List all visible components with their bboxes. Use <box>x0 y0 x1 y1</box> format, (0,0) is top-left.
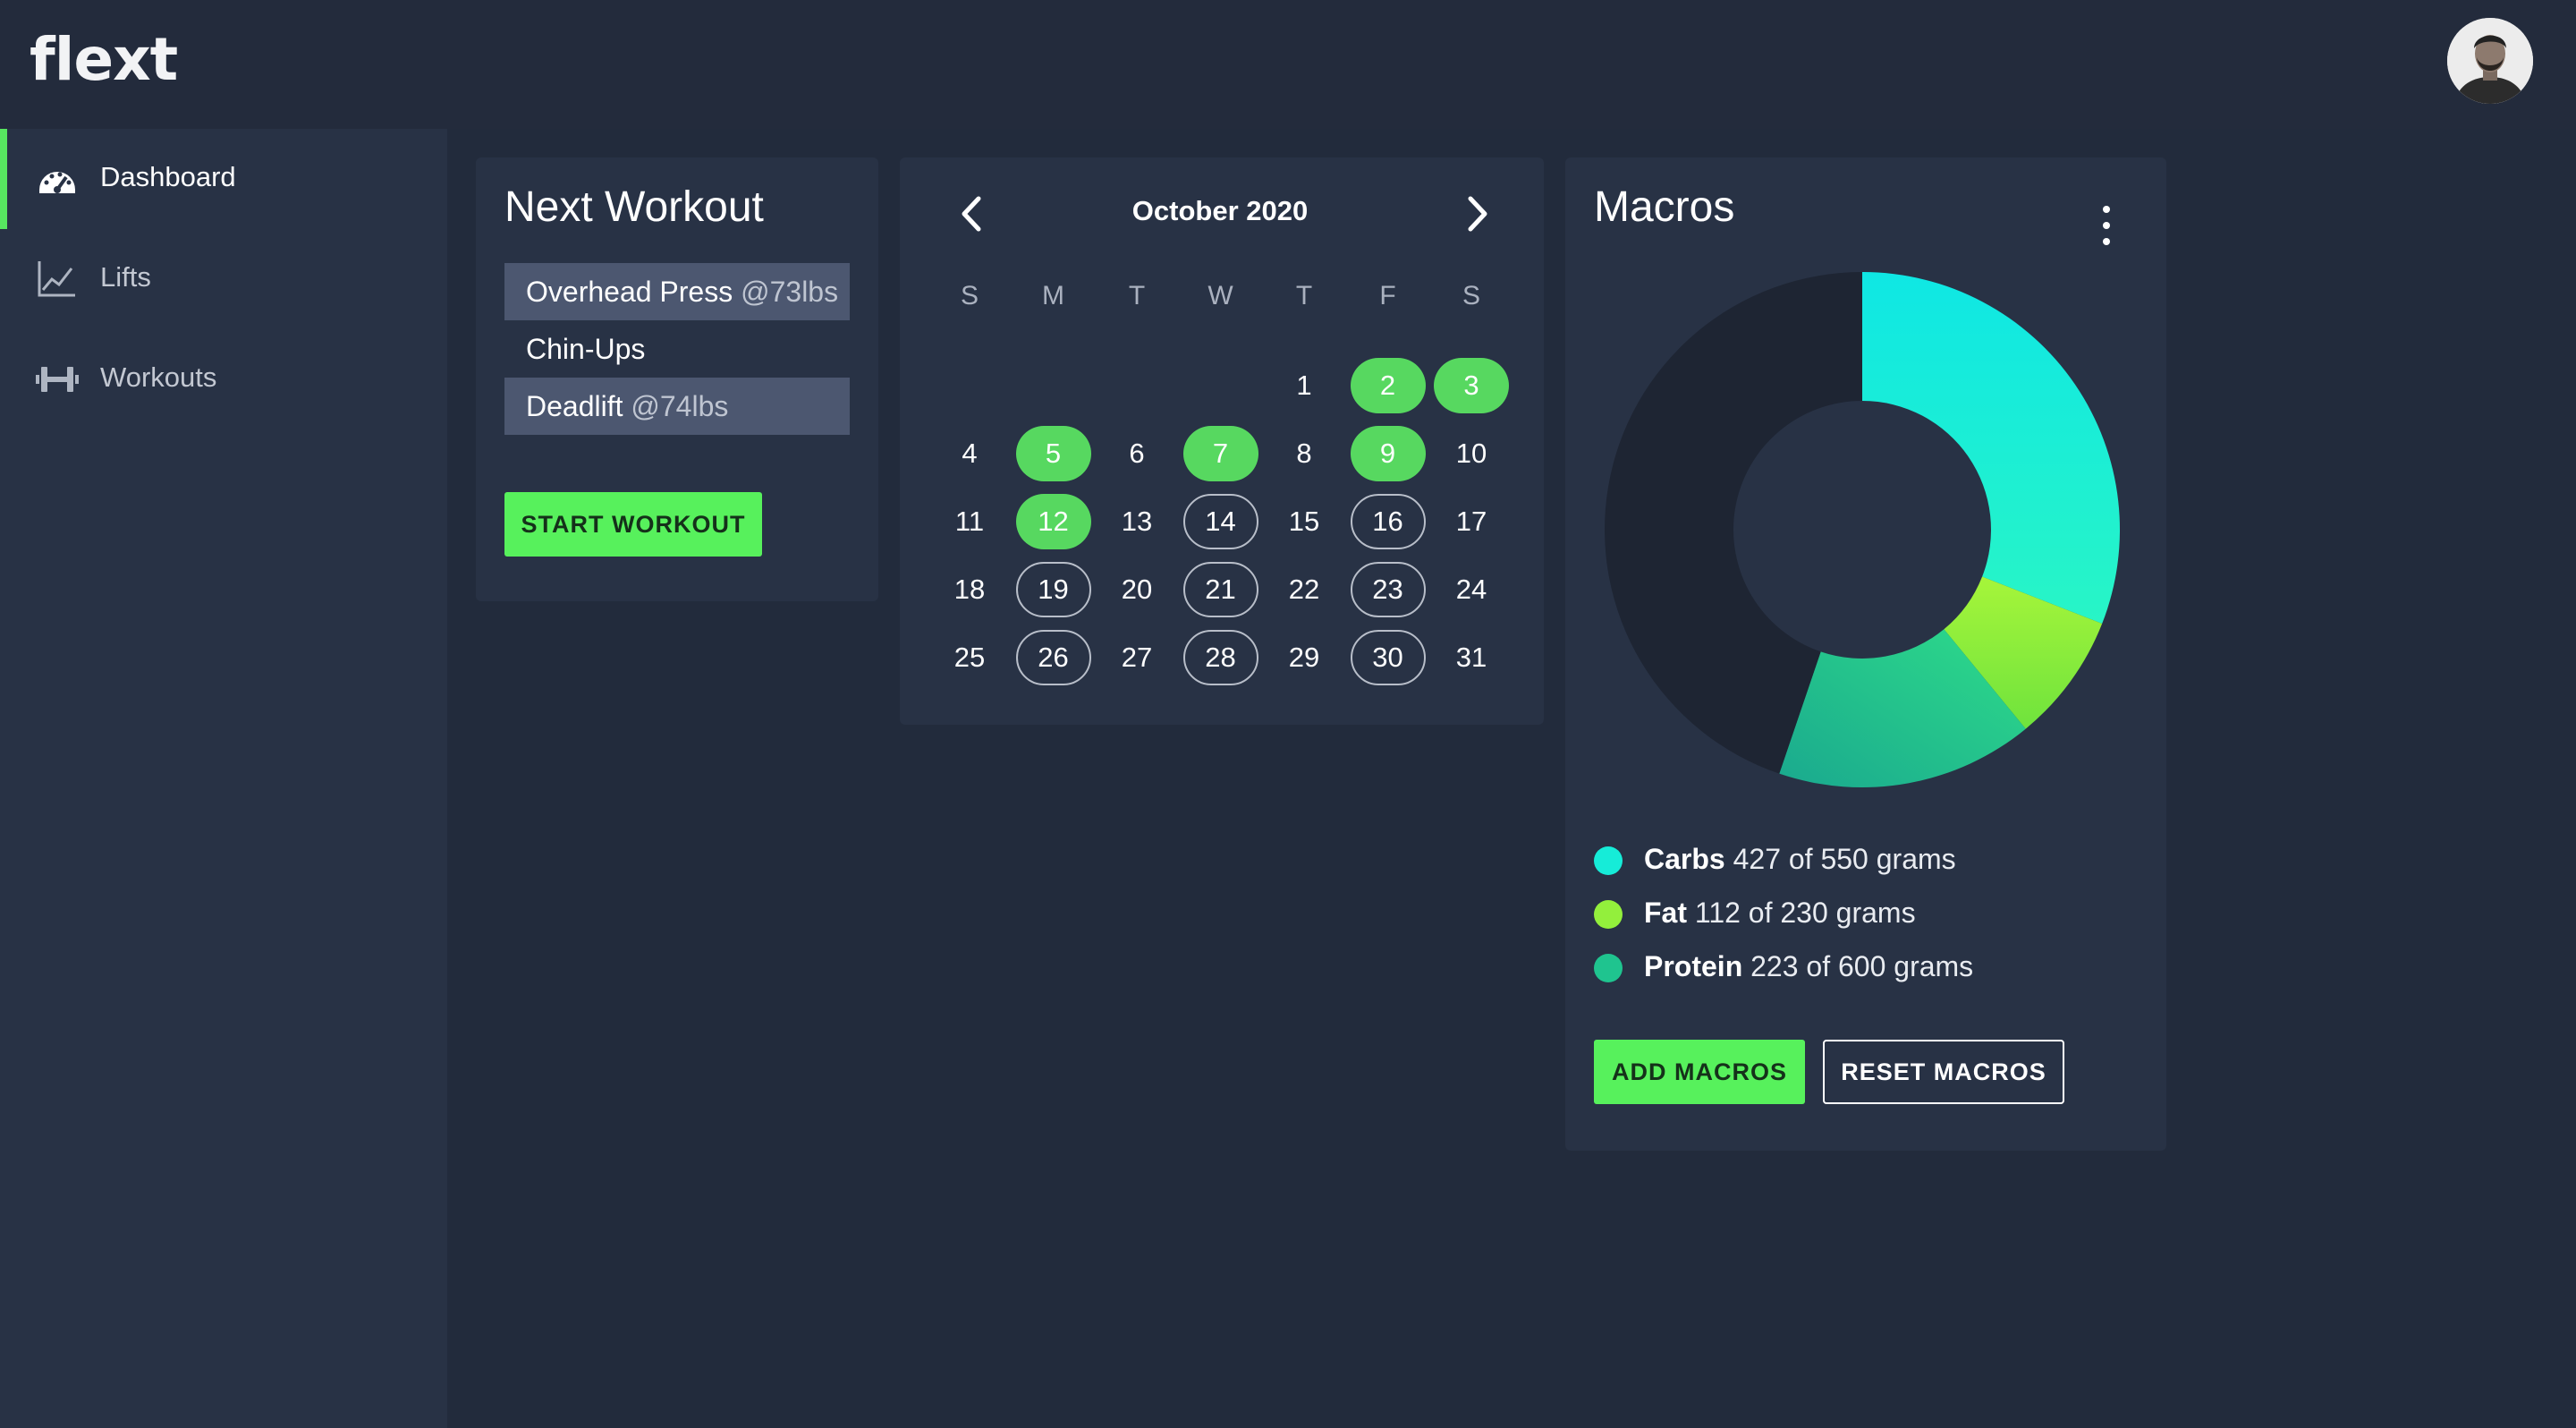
card-title: Next Workout <box>504 183 764 231</box>
calendar-day-16[interactable]: 16 <box>1350 494 1426 549</box>
calendar-day-19[interactable]: 19 <box>1015 562 1091 617</box>
calendar-day-17[interactable]: 17 <box>1434 494 1509 549</box>
line-chart-icon <box>38 261 75 297</box>
user-avatar[interactable] <box>2447 18 2533 104</box>
macro-legend-protein: Protein 223 of 600 grams <box>1594 945 2077 990</box>
macros-card: Macros Carbs 427 of 550 grams Fat 112 of… <box>1565 157 2166 1151</box>
dumbbell-icon <box>36 367 79 392</box>
calendar-day-25[interactable]: 25 <box>932 630 1007 685</box>
more-options-icon[interactable] <box>2095 202 2116 251</box>
calendar-day-8[interactable]: 8 <box>1267 426 1342 481</box>
calendar-day-10[interactable]: 10 <box>1434 426 1509 481</box>
calendar-day-2[interactable]: 2 <box>1350 358 1426 413</box>
calendar-day-6[interactable]: 6 <box>1099 426 1174 481</box>
calendar-day-29[interactable]: 29 <box>1267 630 1342 685</box>
calendar-day-26[interactable]: 26 <box>1015 630 1091 685</box>
sidebar-item-label: Lifts <box>100 261 151 293</box>
carbs-color-dot <box>1594 846 1623 875</box>
exercise-row[interactable]: Deadlift @74lbs <box>504 378 850 435</box>
exercise-name: Overhead Press @73lbs <box>526 276 839 308</box>
sidebar-item-dashboard[interactable]: Dashboard <box>0 129 447 229</box>
exercise-name: Deadlift @74lbs <box>526 390 729 422</box>
app-logo[interactable]: flext <box>30 25 178 94</box>
exercise-row[interactable]: Overhead Press @73lbs <box>504 263 850 320</box>
calendar-day-13[interactable]: 13 <box>1099 494 1174 549</box>
add-macros-button[interactable]: ADD MACROS <box>1594 1040 1805 1104</box>
weekday-header: S <box>1462 281 1480 310</box>
legend-label: Carbs 427 of 550 grams <box>1644 843 1956 875</box>
calendar-day-31[interactable]: 31 <box>1434 630 1509 685</box>
calendar-card: October 2020 S M T W T F S 1 2 3 4 5 6 7 8 9 10 11 12 13 14 1… <box>900 157 1544 725</box>
weekday-header: T <box>1128 281 1146 310</box>
next-workout-card: Next Workout Overhead Press @73lbs Chin-… <box>476 157 878 601</box>
calendar-day-7[interactable]: 7 <box>1182 426 1258 481</box>
sidebar-item-label: Dashboard <box>100 161 236 192</box>
legend-label: Fat 112 of 230 grams <box>1644 897 1916 929</box>
macro-legend-fat: Fat 112 of 230 grams <box>1594 891 2077 936</box>
exercise-row[interactable]: Chin-Ups <box>504 320 850 378</box>
calendar-day-11[interactable]: 11 <box>932 494 1007 549</box>
calendar-day-14[interactable]: 14 <box>1182 494 1258 549</box>
protein-color-dot <box>1594 954 1623 982</box>
sidebar: Dashboard Lifts Workouts <box>0 129 447 1428</box>
top-bar: flext <box>0 0 2576 129</box>
macros-donut-chart <box>1605 272 2120 787</box>
calendar-day-28[interactable]: 28 <box>1182 630 1258 685</box>
reset-macros-button[interactable]: RESET MACROS <box>1823 1040 2064 1104</box>
weekday-header: W <box>1208 281 1233 310</box>
calendar-day-23[interactable]: 23 <box>1350 562 1426 617</box>
speedometer-icon <box>39 172 75 193</box>
exercise-name: Chin-Ups <box>526 333 646 365</box>
calendar-day-5[interactable]: 5 <box>1015 426 1091 481</box>
card-title: Macros <box>1594 183 1735 231</box>
calendar-day-15[interactable]: 15 <box>1267 494 1342 549</box>
weekday-header: F <box>1379 281 1396 310</box>
macro-legend-carbs: Carbs 427 of 550 grams <box>1594 837 2077 882</box>
calendar-day-3[interactable]: 3 <box>1434 358 1509 413</box>
calendar-day-12[interactable]: 12 <box>1015 494 1091 549</box>
start-workout-button[interactable]: START WORKOUT <box>504 492 762 557</box>
calendar-day-18[interactable]: 18 <box>932 562 1007 617</box>
calendar-day-30[interactable]: 30 <box>1350 630 1426 685</box>
calendar-day-4[interactable]: 4 <box>932 426 1007 481</box>
weekday-header: T <box>1295 281 1313 310</box>
calendar-day-24[interactable]: 24 <box>1434 562 1509 617</box>
sidebar-item-workouts[interactable]: Workouts <box>0 329 447 429</box>
calendar-day-1[interactable]: 1 <box>1267 358 1342 413</box>
calendar-day-22[interactable]: 22 <box>1267 562 1342 617</box>
calendar-day-27[interactable]: 27 <box>1099 630 1174 685</box>
donut-slice-carbs <box>1862 272 2120 625</box>
weekday-header: M <box>1042 281 1064 310</box>
legend-label: Protein 223 of 600 grams <box>1644 950 1974 982</box>
calendar-day-9[interactable]: 9 <box>1350 426 1426 481</box>
sidebar-item-label: Workouts <box>100 361 217 393</box>
chevron-right-icon[interactable] <box>1460 191 1496 236</box>
fat-color-dot <box>1594 900 1623 929</box>
calendar-day-20[interactable]: 20 <box>1099 562 1174 617</box>
weekday-header: S <box>960 281 979 310</box>
sidebar-item-lifts[interactable]: Lifts <box>0 229 447 329</box>
calendar-month-label: October 2020 <box>1131 195 1309 226</box>
calendar-day-21[interactable]: 21 <box>1182 562 1258 617</box>
